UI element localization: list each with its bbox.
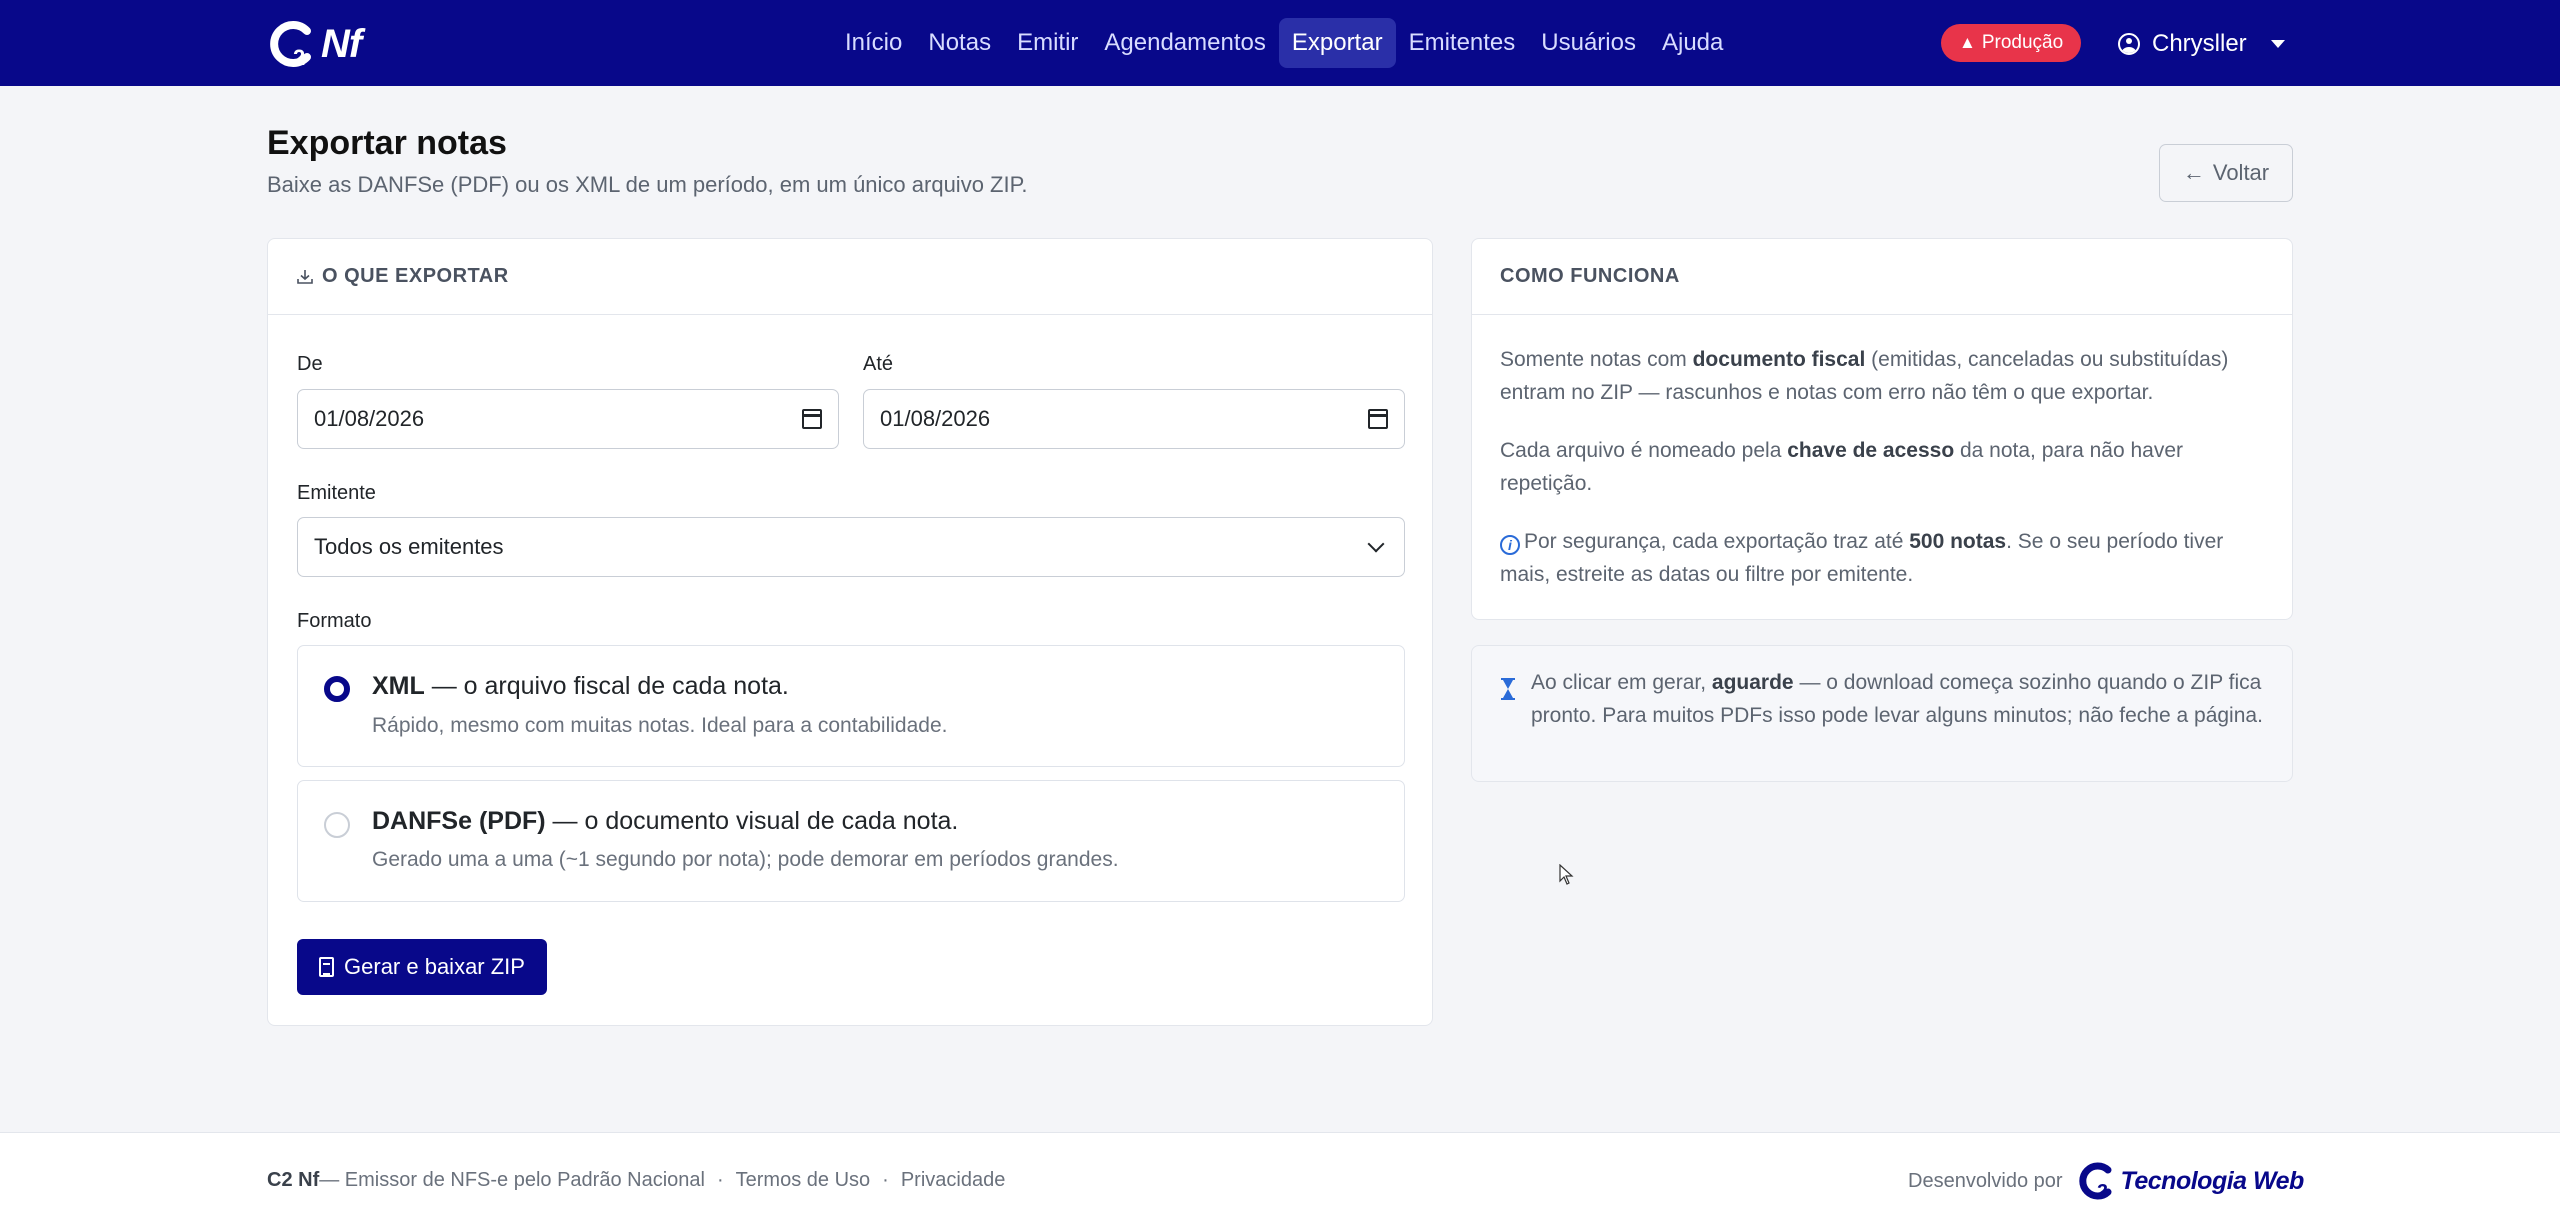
app-logo[interactable]: 2 Nf bbox=[267, 18, 362, 70]
from-label: De bbox=[297, 353, 323, 375]
to-date-value: 01/08/2026 bbox=[880, 406, 991, 431]
export-card-title: O QUE EXPORTAR bbox=[322, 265, 509, 287]
nav-notas[interactable]: Notas bbox=[915, 18, 1004, 68]
page-subtitle: Baixe as DANFSe (PDF) ou os XML de um pe… bbox=[267, 172, 1028, 197]
wait-notice-text: Ao clicar em gerar, aguarde — o download… bbox=[1531, 671, 2263, 727]
export-form-card: O QUE EXPORTAR De 01/08/2026 Até 01/08/2… bbox=[267, 238, 1433, 1026]
footer-separator: · bbox=[716, 1169, 724, 1191]
environment-badge: ▲ Produção bbox=[1941, 24, 2082, 62]
from-date-input[interactable]: 01/08/2026 bbox=[297, 389, 839, 449]
main-nav: Início Notas Emitir Agendamentos Exporta… bbox=[832, 18, 1736, 68]
back-button[interactable]: ← Voltar bbox=[2159, 144, 2293, 202]
footer-tagline: — Emissor de NFS-e pelo Padrão Nacional bbox=[319, 1169, 705, 1191]
issuer-label: Emitente bbox=[297, 482, 376, 504]
c2-logo-icon: 2 bbox=[267, 19, 317, 69]
warning-icon: ▲ bbox=[1959, 33, 1976, 52]
how-card-header: COMO FUNCIONA bbox=[1472, 239, 2292, 315]
chevron-down-icon bbox=[1367, 535, 1385, 553]
option-xml-title: XML — o arquivo fiscal de cada nota. bbox=[372, 672, 789, 700]
company-name: Tecnologia Web bbox=[2120, 1166, 2305, 1195]
nav-exportar[interactable]: Exportar bbox=[1278, 18, 1396, 68]
page-footer: C2 Nf — Emissor de NFS-e pelo Padrão Nac… bbox=[0, 1132, 2560, 1229]
mouse-pointer-icon bbox=[1559, 864, 1574, 885]
option-xml-description: Rápido, mesmo com muitas notas. Ideal pa… bbox=[372, 714, 948, 737]
nav-emitentes[interactable]: Emitentes bbox=[1396, 18, 1529, 68]
c2-company-logo-icon: 2 bbox=[2078, 1162, 2112, 1202]
developed-by-label: Desenvolvido por bbox=[1908, 1169, 2063, 1192]
privacy-link[interactable]: Privacidade bbox=[901, 1169, 1006, 1192]
radio-xml[interactable] bbox=[324, 676, 350, 702]
radio-pdf[interactable] bbox=[324, 812, 350, 838]
developer-credit: Desenvolvido por 2 Tecnologia Web bbox=[1908, 1159, 2304, 1203]
calendar-icon[interactable] bbox=[1368, 409, 1388, 429]
nav-inicio[interactable]: Início bbox=[832, 18, 915, 68]
svg-text:2: 2 bbox=[293, 45, 305, 69]
footer-separator: · bbox=[882, 1169, 889, 1191]
back-button-label: Voltar bbox=[2212, 160, 2270, 185]
to-label: Até bbox=[863, 353, 894, 375]
page-title: Exportar notas bbox=[267, 124, 507, 162]
how-paragraph-1: Somente notas com documento fiscal (emit… bbox=[1500, 348, 2229, 404]
file-zip-icon bbox=[319, 957, 335, 977]
info-icon: i bbox=[1500, 535, 1520, 555]
calendar-icon[interactable] bbox=[802, 409, 822, 429]
format-option-xml[interactable]: XML — o arquivo fiscal de cada nota. Ráp… bbox=[297, 645, 1405, 767]
company-logo[interactable]: 2 Tecnologia Web bbox=[2075, 1160, 2304, 1202]
arrow-left-icon: ← bbox=[2182, 160, 2205, 185]
issuer-select-value: Todos os emitentes bbox=[314, 534, 504, 559]
format-option-pdf[interactable]: DANFSe (PDF) — o documento visual de cad… bbox=[297, 780, 1405, 902]
user-name: Chrysller bbox=[2152, 30, 2247, 57]
wait-notice-card: Ao clicar em gerar, aguarde — o download… bbox=[1471, 645, 2293, 782]
generate-zip-label: Gerar e baixar ZIP bbox=[344, 954, 525, 979]
user-circle-icon bbox=[2118, 33, 2140, 55]
download-icon bbox=[297, 269, 313, 284]
format-label: Formato bbox=[297, 610, 372, 632]
generate-zip-button[interactable]: Gerar e baixar ZIP bbox=[297, 939, 547, 995]
nav-agendamentos[interactable]: Agendamentos bbox=[1091, 18, 1278, 68]
nav-ajuda[interactable]: Ajuda bbox=[1649, 18, 1736, 68]
how-card-title: COMO FUNCIONA bbox=[1500, 265, 1680, 287]
how-paragraph-3: i Por segurança, cada exportação traz até… bbox=[1500, 530, 2224, 586]
footer-info: C2 Nf — Emissor de NFS-e pelo Padrão Nac… bbox=[267, 1169, 1005, 1192]
nav-usuarios[interactable]: Usuários bbox=[1528, 18, 1649, 68]
nav-emitir[interactable]: Emitir bbox=[1004, 18, 1091, 68]
how-it-works-card: COMO FUNCIONA Somente notas com document… bbox=[1471, 238, 2293, 620]
top-navbar: 2 Nf Início Notas Emitir Agendamentos Ex… bbox=[0, 0, 2560, 86]
issuer-select[interactable]: Todos os emitentes bbox=[297, 517, 1405, 577]
how-paragraph-2: Cada arquivo é nomeado pela chave de ace… bbox=[1500, 439, 2183, 495]
option-pdf-title: DANFSe (PDF) — o documento visual de cad… bbox=[372, 807, 959, 835]
to-date-input[interactable]: 01/08/2026 bbox=[863, 389, 1405, 449]
export-card-header: O QUE EXPORTAR bbox=[268, 239, 1432, 315]
from-date-value: 01/08/2026 bbox=[314, 406, 425, 431]
hourglass-icon bbox=[1501, 678, 1515, 700]
user-menu[interactable]: Chrysller bbox=[2118, 24, 2285, 64]
environment-label: Produção bbox=[1981, 32, 2064, 53]
brand-name: Nf bbox=[321, 21, 362, 66]
option-pdf-description: Gerado uma a uma (~1 segundo por nota); … bbox=[372, 848, 1119, 871]
terms-link[interactable]: Termos de Uso bbox=[736, 1169, 871, 1192]
caret-down-icon bbox=[2270, 40, 2285, 48]
svg-text:2: 2 bbox=[2095, 1181, 2107, 1202]
footer-brand: C2 Nf bbox=[267, 1169, 320, 1191]
